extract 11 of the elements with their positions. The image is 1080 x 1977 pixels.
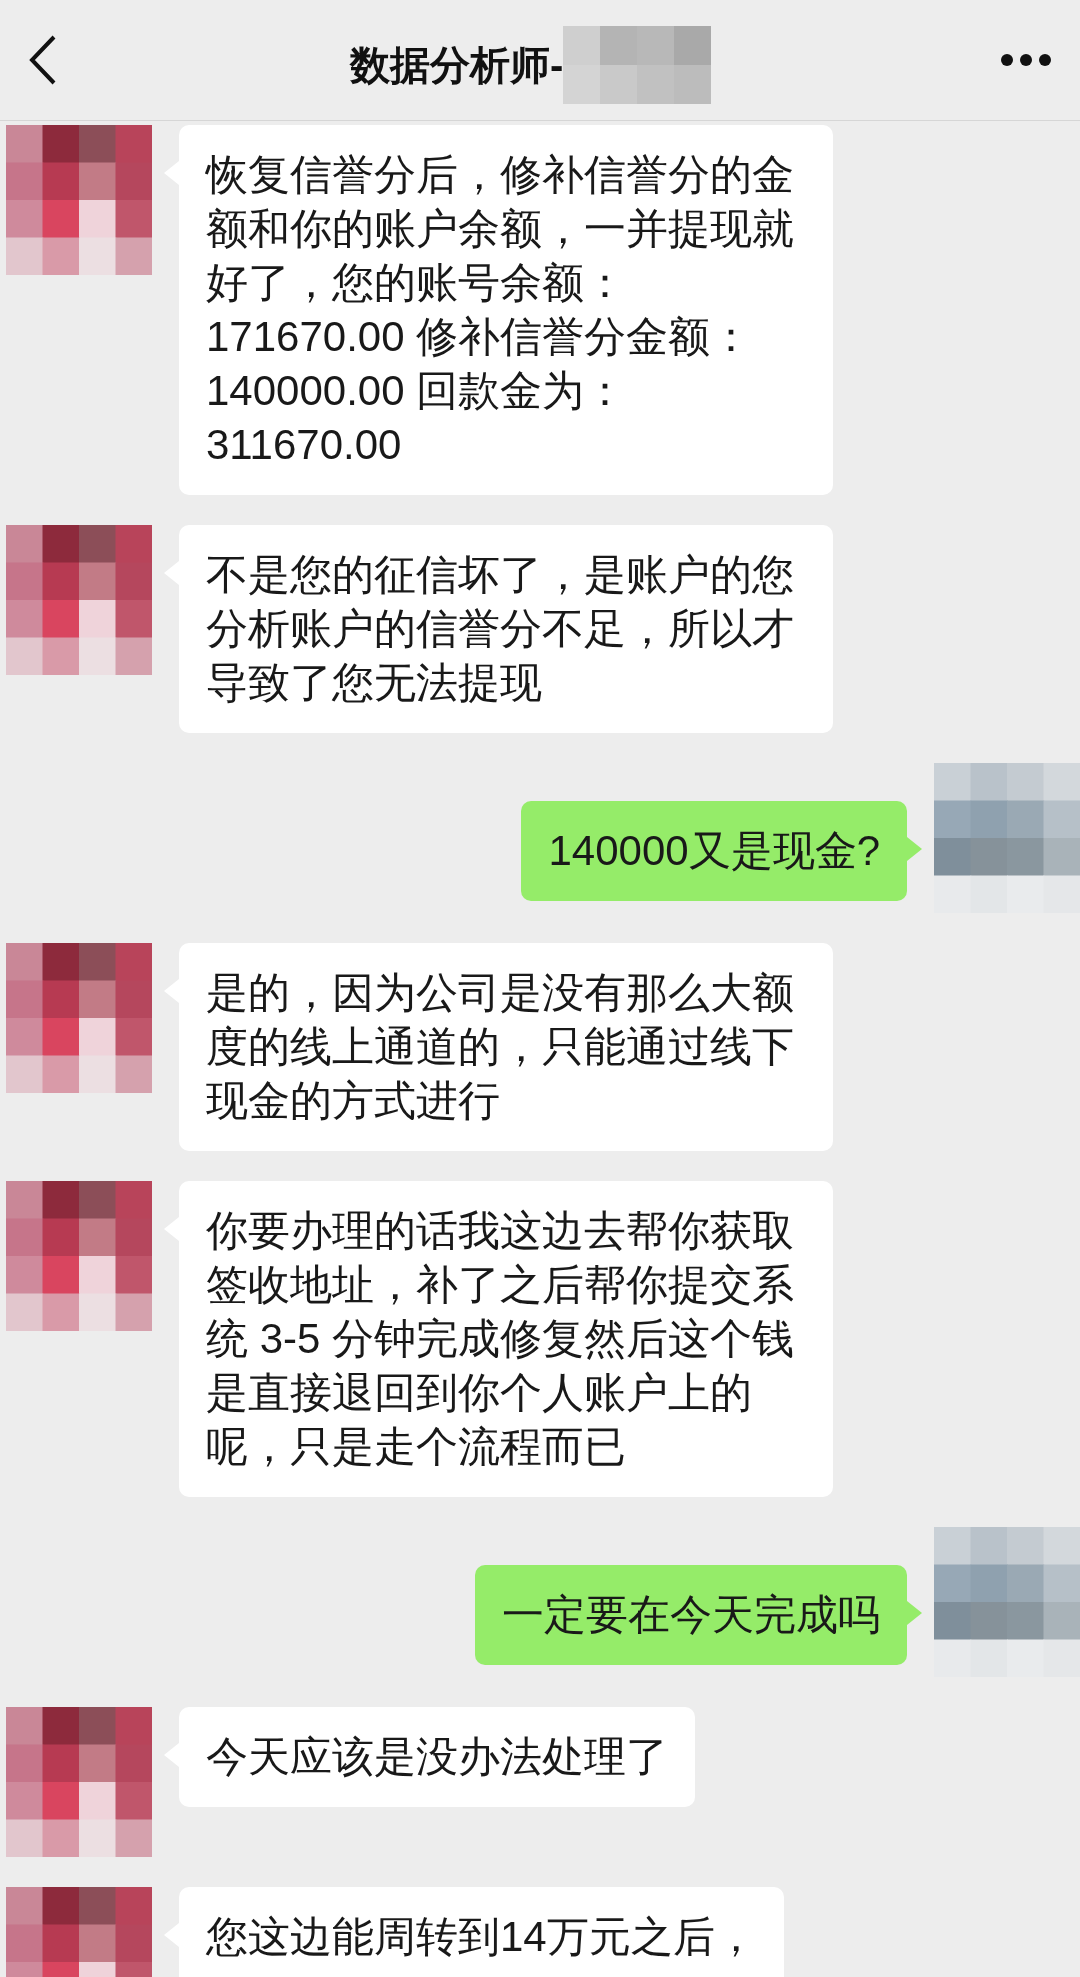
message-bubble: 你要办理的话我这边去帮你获取签收地址，补了之后帮你提交系统 3-5 分钟完成修复然后这个钱是直接退回到你个人账户上的呢，只是走个流程而已 xyxy=(179,1181,833,1497)
back-icon[interactable] xyxy=(28,34,58,86)
more-icon[interactable] xyxy=(1000,53,1052,67)
message-bubble: 是的，因为公司是没有那么大额度的线上通道的，只能通过线下现金的方式进行 xyxy=(179,943,833,1151)
message-bubble: 不是您的征信坏了，是账户的您分析账户的信誉分不足，所以才导致了您无法提现 xyxy=(179,525,833,733)
message-bubble: 今天应该是没办法处理了 xyxy=(179,1707,695,1807)
message-bubble: 恢复信誉分后，修补信誉分的金额和你的账户余额，一并提现就好了，您的账号余额：171670.00 修补信誉分金额：140000.00 回款金为：311670.00 xyxy=(179,125,833,495)
message-bubble: 一定要在今天完成吗 xyxy=(475,1565,907,1665)
message-bubble: 您这边能周转到14万元之后， xyxy=(179,1887,784,1977)
chat-title: 数据分析师- xyxy=(350,42,564,89)
message-bubble: 140000又是现金? xyxy=(521,801,907,901)
